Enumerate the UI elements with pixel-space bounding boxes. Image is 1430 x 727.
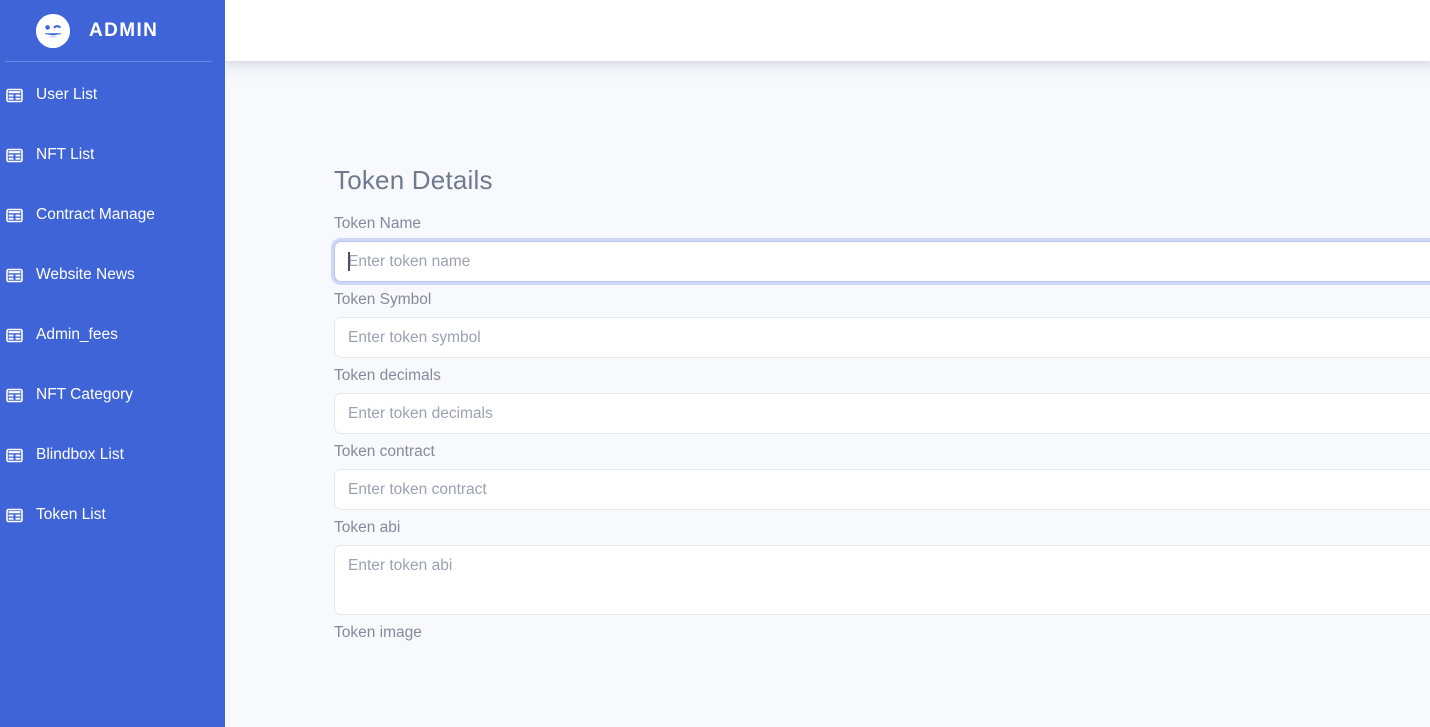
sidebar-item-blindbox-list[interactable]: Blindbox List xyxy=(0,438,225,472)
sidebar-item-label: Blindbox List xyxy=(36,446,124,463)
sidebar-item-website-news[interactable]: Website News xyxy=(0,258,225,292)
table-grid-icon xyxy=(6,507,23,524)
admin-app-window: ADMIN User List NFT List Contract Manage… xyxy=(0,0,1430,727)
token-details-form: Token Details Token Name Token Symbol To… xyxy=(225,61,1430,642)
sidebar-item-admin-fees[interactable]: Admin_fees xyxy=(0,318,225,352)
text-caret xyxy=(348,252,350,271)
sidebar-item-nft-list[interactable]: NFT List xyxy=(0,138,225,172)
winking-smiley-icon xyxy=(36,13,70,48)
table-grid-icon xyxy=(6,327,23,344)
sidebar-item-token-list[interactable]: Token List xyxy=(0,498,225,532)
token-abi-textarea[interactable] xyxy=(334,545,1430,615)
table-grid-icon xyxy=(6,447,23,464)
sidebar-item-label: User List xyxy=(36,86,98,103)
brand-title: ADMIN xyxy=(89,19,159,41)
field-label-token-name: Token Name xyxy=(334,215,422,232)
top-header-bar xyxy=(225,0,1430,61)
token-name-input[interactable] xyxy=(334,241,1430,282)
field-label-token-contract: Token contract xyxy=(334,443,435,460)
page-title: Token Details xyxy=(334,165,493,195)
sidebar-item-label: NFT List xyxy=(36,146,95,163)
brand[interactable]: ADMIN xyxy=(0,0,225,61)
token-decimals-input[interactable] xyxy=(334,393,1430,434)
content-area: Token Details Token Name Token Symbol To… xyxy=(225,61,1430,727)
table-grid-icon xyxy=(6,207,23,224)
field-token-symbol: Token Symbol xyxy=(334,291,1430,358)
sidebar-nav: User List NFT List Contract Manage Websi… xyxy=(0,62,225,532)
field-label-token-decimals: Token decimals xyxy=(334,367,441,384)
field-label-token-abi: Token abi xyxy=(334,519,401,536)
sidebar-item-user-list[interactable]: User List xyxy=(0,78,225,112)
main-column: Token Details Token Name Token Symbol To… xyxy=(225,0,1430,727)
token-name-input-wrap xyxy=(334,241,1430,282)
field-label-token-symbol: Token Symbol xyxy=(334,291,432,308)
field-label-token-image: Token image xyxy=(334,624,422,641)
token-symbol-input[interactable] xyxy=(334,317,1430,358)
field-token-image: Token image xyxy=(334,624,1430,642)
sidebar-item-label: Token List xyxy=(36,506,106,523)
field-token-abi: Token abi xyxy=(334,519,1430,615)
field-token-name: Token Name xyxy=(334,215,1430,282)
table-grid-icon xyxy=(6,267,23,284)
sidebar-item-label: Contract Manage xyxy=(36,206,155,223)
sidebar-item-nft-category[interactable]: NFT Category xyxy=(0,378,225,412)
token-contract-input[interactable] xyxy=(334,469,1430,510)
sidebar: ADMIN User List NFT List Contract Manage… xyxy=(0,0,225,727)
field-token-contract: Token contract xyxy=(334,443,1430,510)
table-grid-icon xyxy=(6,387,23,404)
sidebar-item-label: NFT Category xyxy=(36,386,134,403)
field-token-decimals: Token decimals xyxy=(334,367,1430,434)
sidebar-item-label: Admin_fees xyxy=(36,326,118,343)
table-grid-icon xyxy=(6,87,23,104)
sidebar-item-contract-manage[interactable]: Contract Manage xyxy=(0,198,225,232)
table-grid-icon xyxy=(6,147,23,164)
sidebar-item-label: Website News xyxy=(36,266,135,283)
